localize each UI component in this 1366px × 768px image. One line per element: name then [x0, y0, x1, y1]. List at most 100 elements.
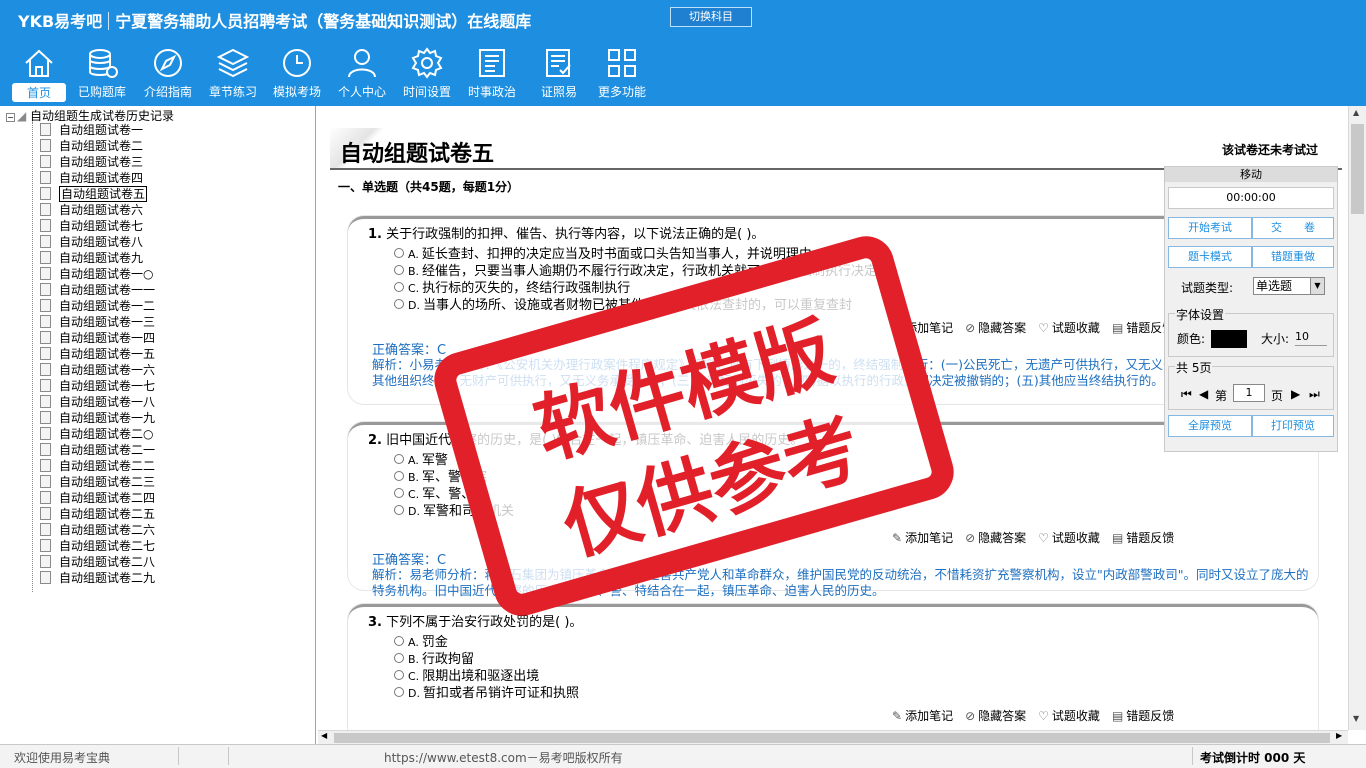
scroll-down-icon[interactable]: ▼ [1353, 714, 1359, 723]
favorite-button[interactable]: ♡ 试题收藏 [1038, 321, 1100, 335]
tree-item[interactable]: 自动组题试卷三 [40, 154, 143, 170]
nav-item[interactable]: 首页 [8, 46, 70, 104]
tree-item[interactable]: 自动组题试卷一○ [40, 266, 153, 282]
tree-item[interactable]: 自动组题试卷一二 [40, 298, 155, 314]
move-handle[interactable]: 移动 [1165, 167, 1337, 182]
scroll-right-icon[interactable]: ▶ [1336, 731, 1342, 740]
document-icon [40, 187, 51, 200]
vertical-scrollbar[interactable]: ▲ ▼ [1348, 106, 1366, 730]
radio-button[interactable] [394, 454, 404, 464]
radio-button[interactable] [394, 505, 404, 515]
hide-answer-button[interactable]: ⊘ 隐藏答案 [965, 531, 1026, 545]
font-size-input[interactable]: 10 [1295, 328, 1327, 346]
welcome-text: 欢迎使用易考宝典 [14, 751, 111, 765]
status-divider [228, 747, 229, 765]
radio-button[interactable] [394, 670, 404, 680]
app-title: YKB易考吧 宁夏警务辅助人员招聘考试（警务基础知识测试）在线题库 [18, 8, 531, 32]
chevron-down-icon[interactable]: ▼ [1310, 278, 1324, 294]
prev-page-icon[interactable]: ◀ [1199, 387, 1208, 401]
answer-option[interactable]: D. 暂扣或者吊销许可证和执照 [394, 682, 579, 701]
scroll-left-icon[interactable]: ◀ [321, 731, 327, 740]
tree-item[interactable]: 自动组题试卷二八 [40, 554, 155, 570]
nav-item[interactable]: 章节练习 [202, 46, 264, 104]
nav-item[interactable]: 已购题库 [71, 46, 133, 104]
tree-item[interactable]: 自动组题试卷六 [40, 202, 143, 218]
tree-item[interactable]: 自动组题试卷二一 [40, 442, 155, 458]
nav-item[interactable]: 个人中心 [331, 46, 393, 104]
tree-item[interactable]: 自动组题试卷二九 [40, 570, 155, 586]
nav-item[interactable]: 更多功能 [591, 46, 653, 104]
hide-answer-button[interactable]: ⊘ 隐藏答案 [965, 321, 1026, 335]
radio-button[interactable] [394, 488, 404, 498]
document-icon [40, 507, 51, 520]
add-note-button[interactable]: ✎添加笔记 [892, 531, 953, 545]
tree-item[interactable]: 自动组题试卷二二 [40, 458, 155, 474]
question-text: 下列不属于治安行政处罚的是( )。 [386, 615, 583, 630]
hide-answer-button[interactable]: ⊘ 隐藏答案 [965, 709, 1026, 723]
document-icon [40, 123, 51, 136]
font-color-swatch[interactable] [1211, 330, 1247, 348]
radio-button[interactable] [394, 636, 404, 646]
tree-item[interactable]: 自动组题试卷一六 [40, 362, 155, 378]
start-exam-button[interactable]: 开始考试 [1168, 217, 1252, 239]
tree-item[interactable]: 自动组题试卷二○ [40, 426, 153, 442]
tree-item[interactable]: 自动组题试卷九 [40, 250, 143, 266]
radio-button[interactable] [394, 299, 404, 309]
favorite-button[interactable]: ♡ 试题收藏 [1038, 709, 1100, 723]
radio-button[interactable] [394, 653, 404, 663]
next-page-icon[interactable]: ▶ [1291, 387, 1300, 401]
tree-item[interactable]: 自动组题试卷一五 [40, 346, 155, 362]
last-page-icon[interactable]: ⏭ [1309, 387, 1320, 402]
tree-item[interactable]: 自动组题试卷八 [40, 234, 143, 250]
radio-button[interactable] [394, 248, 404, 258]
scroll-thumb[interactable] [1351, 124, 1364, 214]
tree-item[interactable]: 自动组题试卷五 [40, 186, 148, 202]
submit-button[interactable]: 交 卷 [1252, 217, 1334, 239]
tree-item[interactable]: 自动组题试卷一一 [40, 282, 155, 298]
tree-item[interactable]: 自动组题试卷二七 [40, 538, 155, 554]
tree-item-label: 自动组题试卷二六 [59, 523, 156, 537]
first-page-icon[interactable]: ⏮ [1181, 387, 1192, 402]
tree-item[interactable]: 自动组题试卷一七 [40, 378, 155, 394]
hscroll-thumb[interactable] [334, 733, 1330, 743]
scroll-up-icon[interactable]: ▲ [1353, 108, 1359, 117]
tree-item[interactable]: 自动组题试卷一四 [40, 330, 155, 346]
add-note-button[interactable]: ✎添加笔记 [892, 709, 953, 723]
nav-item[interactable]: 证照易 [528, 46, 590, 104]
tree-item[interactable]: 自动组题试卷二五 [40, 506, 155, 522]
radio-button[interactable] [394, 282, 404, 292]
tree-item[interactable]: 自动组题试卷四 [40, 170, 143, 186]
print-preview-button[interactable]: 打印预览 [1252, 415, 1334, 437]
report-icon: ▤ [1111, 321, 1124, 335]
tree-item[interactable]: 自动组题试卷二 [40, 138, 143, 154]
tree-item[interactable]: 自动组题试卷一八 [40, 394, 155, 410]
question-type-select[interactable]: 单选题 ▼ [1253, 277, 1325, 295]
tree-item[interactable]: 自动组题试卷二六 [40, 522, 155, 538]
favorite-button[interactable]: ♡ 试题收藏 [1038, 531, 1100, 545]
radio-button[interactable] [394, 687, 404, 697]
collapse-icon[interactable]: − [6, 113, 15, 122]
tree-item[interactable]: 自动组题试卷二三 [40, 474, 155, 490]
tree-item[interactable]: 自动组题试卷一 [40, 122, 143, 138]
fullscreen-preview-button[interactable]: 全屏预览 [1168, 415, 1252, 437]
tree-item[interactable]: 自动组题试卷二四 [40, 490, 155, 506]
nav-item[interactable]: 模拟考场 [266, 46, 328, 104]
nav-item[interactable]: 时间设置 [396, 46, 458, 104]
report-error-button[interactable]: ▤ 错题反馈 [1112, 531, 1174, 545]
page-input[interactable]: 1 [1233, 384, 1265, 402]
horizontal-scrollbar[interactable]: ◀ ▶ [318, 730, 1348, 744]
nav-item[interactable]: 介绍指南 [137, 46, 199, 104]
card-mode-button[interactable]: 题卡模式 [1168, 246, 1252, 268]
switch-subject-button[interactable]: 切换科目 [670, 7, 752, 27]
redo-wrong-button[interactable]: 错题重做 [1252, 246, 1334, 268]
tree-item[interactable]: 自动组题试卷七 [40, 218, 143, 234]
nav-item[interactable]: 时事政治 [461, 46, 523, 104]
tree-root[interactable]: − ◢ 自动组题生成试卷历史记录 [6, 107, 174, 123]
radio-button[interactable] [394, 265, 404, 275]
radio-button[interactable] [394, 471, 404, 481]
tree-item[interactable]: 自动组题试卷一九 [40, 410, 155, 426]
report-error-button[interactable]: ▤ 错题反馈 [1112, 709, 1174, 723]
tree-item[interactable]: 自动组题试卷一三 [40, 314, 155, 330]
document-icon [40, 395, 51, 408]
document-icon [40, 139, 51, 152]
